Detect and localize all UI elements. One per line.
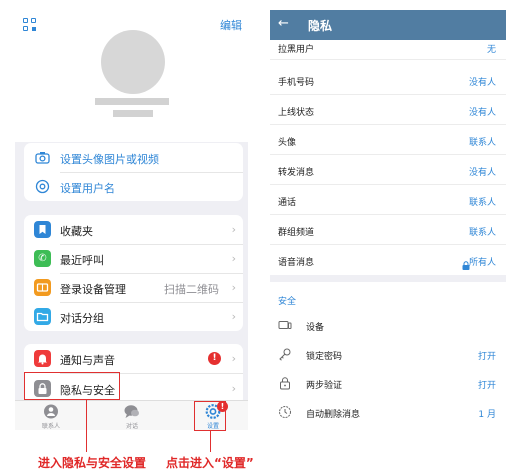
person-icon bbox=[43, 404, 59, 419]
security-row-label: 自动删除消息 bbox=[306, 410, 361, 420]
key-icon bbox=[278, 347, 292, 361]
privacy-row-value: 没有人 bbox=[468, 108, 496, 118]
tab-chats-label: 对话 bbox=[125, 423, 138, 430]
folder-icon bbox=[34, 308, 51, 325]
chevron-right-icon: › bbox=[231, 252, 236, 265]
alert-badge: ! bbox=[208, 352, 221, 365]
notifications-label: 通知与声音 bbox=[60, 354, 115, 367]
privacy-row-label: 转发消息 bbox=[278, 168, 315, 178]
qr-code-icon[interactable] bbox=[23, 18, 37, 32]
devices-icon bbox=[34, 279, 51, 296]
privacy-row-value: 没有人 bbox=[468, 168, 496, 178]
chat-folders-row[interactable]: 对话分组 › bbox=[24, 302, 243, 331]
tab-contacts-label: 联系人 bbox=[41, 423, 60, 430]
privacy-row-label: 手机号码 bbox=[278, 78, 315, 88]
set-photo-label: 设置头像图片或视频 bbox=[60, 153, 159, 166]
privacy-row-last-seen[interactable]: 上线状态 没有人 bbox=[270, 95, 506, 125]
bell-icon bbox=[34, 350, 51, 367]
security-row-label: 设备 bbox=[306, 323, 325, 333]
chevron-right-icon: › bbox=[231, 382, 236, 395]
set-username-label: 设置用户名 bbox=[60, 182, 115, 195]
privacy-callout-line bbox=[86, 400, 87, 452]
security-row-two-step[interactable]: 两步验证 打开 bbox=[270, 369, 506, 398]
privacy-screen: ← 隐私 拉黑用户 无 手机号码 没有人 上线状态 没有人 头像 联系人 转发消… bbox=[270, 10, 506, 428]
settings-highlight-box bbox=[194, 401, 226, 431]
recent-calls-label: 最近呼叫 bbox=[60, 254, 104, 267]
chevron-right-icon: › bbox=[231, 310, 236, 323]
chevron-right-icon: › bbox=[231, 281, 236, 294]
privacy-row-value: 没有人 bbox=[468, 78, 496, 88]
privacy-row-value: 联系人 bbox=[468, 228, 496, 238]
profile-header: 编辑 bbox=[15, 10, 248, 142]
privacy-row-value: 所有人 bbox=[468, 258, 496, 268]
lock-icon bbox=[462, 255, 470, 274]
back-arrow-icon[interactable]: ← bbox=[278, 16, 289, 31]
privacy-row-label: 语音消息 bbox=[278, 258, 315, 268]
devices-label: 登录设备管理 bbox=[60, 283, 126, 296]
name-placeholder bbox=[95, 98, 169, 105]
timer-icon bbox=[278, 405, 292, 419]
privacy-row-label: 头像 bbox=[278, 138, 297, 148]
chat-icon bbox=[124, 404, 140, 419]
phone-icon: ✆ bbox=[34, 250, 51, 267]
status-placeholder bbox=[113, 110, 153, 117]
menu-group-main: 收藏夹 › ✆ 最近呼叫 › 登录设备管理 扫描二维码 › 对话分组 › bbox=[24, 215, 243, 331]
privacy-row-groups[interactable]: 群组频道 联系人 bbox=[270, 215, 506, 245]
settings-caption: 点击进入“设置” bbox=[166, 456, 254, 470]
set-photo-row[interactable]: 设置头像图片或视频 bbox=[24, 143, 243, 172]
privacy-title: 隐私 bbox=[308, 19, 333, 33]
chat-folders-label: 对话分组 bbox=[60, 312, 104, 325]
privacy-row-voice[interactable]: 语音消息 所有人 bbox=[270, 245, 506, 275]
at-icon bbox=[34, 178, 51, 195]
chevron-right-icon: › bbox=[231, 223, 236, 236]
privacy-row-label: 拉黑用户 bbox=[278, 45, 315, 55]
chevron-right-icon: › bbox=[231, 352, 236, 365]
device-icon bbox=[278, 318, 292, 332]
privacy-row-label: 通话 bbox=[278, 198, 297, 208]
lock-icon bbox=[278, 376, 292, 390]
privacy-row-forwards[interactable]: 转发消息 没有人 bbox=[270, 155, 506, 185]
saved-messages-row[interactable]: 收藏夹 › bbox=[24, 215, 243, 244]
privacy-row-value: 联系人 bbox=[468, 198, 496, 208]
section-divider bbox=[270, 275, 506, 282]
security-row-label: 锁定密码 bbox=[306, 352, 343, 362]
camera-icon bbox=[34, 149, 51, 166]
privacy-row-label: 上线状态 bbox=[278, 108, 315, 118]
privacy-row-photo[interactable]: 头像 联系人 bbox=[270, 125, 506, 155]
bookmark-icon bbox=[34, 221, 51, 238]
security-row-devices[interactable]: 设备 bbox=[270, 311, 506, 340]
privacy-row-phone[interactable]: 手机号码 没有人 bbox=[270, 65, 506, 95]
security-header: 安全 bbox=[278, 297, 297, 307]
devices-row[interactable]: 登录设备管理 扫描二维码 › bbox=[24, 273, 243, 302]
edit-button[interactable]: 编辑 bbox=[220, 17, 242, 33]
settings-screen: 编辑 设置头像图片或视频 设置用户名 收藏夹 › ✆ 最近呼叫 › 登录设备管理… bbox=[15, 10, 248, 430]
avatar[interactable] bbox=[101, 30, 165, 94]
tab-contacts[interactable]: 联系人 bbox=[21, 401, 81, 430]
notifications-row[interactable]: 通知与声音 ! › bbox=[24, 344, 243, 373]
privacy-highlight-box bbox=[24, 372, 120, 400]
profile-actions-card: 设置头像图片或视频 设置用户名 bbox=[24, 143, 243, 201]
privacy-row-calls[interactable]: 通话 联系人 bbox=[270, 185, 506, 215]
security-row-value: 打开 bbox=[477, 352, 496, 362]
privacy-row-value: 无 bbox=[486, 45, 496, 55]
tab-chats[interactable]: 对话 bbox=[102, 401, 162, 430]
privacy-caption: 进入隐私与安全设置 bbox=[38, 456, 147, 470]
settings-callout-line bbox=[210, 431, 211, 452]
set-username-row[interactable]: 设置用户名 bbox=[24, 172, 243, 201]
security-row-value: 打开 bbox=[477, 381, 496, 391]
saved-messages-label: 收藏夹 bbox=[60, 225, 93, 238]
security-row-label: 两步验证 bbox=[306, 381, 343, 391]
security-row-auto-delete[interactable]: 自动删除消息 1 月 bbox=[270, 398, 506, 427]
security-row-passcode[interactable]: 锁定密码 打开 bbox=[270, 340, 506, 369]
privacy-row-label: 群组频道 bbox=[278, 228, 315, 238]
security-row-value: 1 月 bbox=[478, 410, 496, 420]
scan-qr-value: 扫描二维码 bbox=[164, 283, 219, 296]
privacy-row-value: 联系人 bbox=[468, 138, 496, 148]
recent-calls-row[interactable]: ✆ 最近呼叫 › bbox=[24, 244, 243, 273]
privacy-row-blocked[interactable]: 拉黑用户 无 bbox=[270, 36, 506, 60]
